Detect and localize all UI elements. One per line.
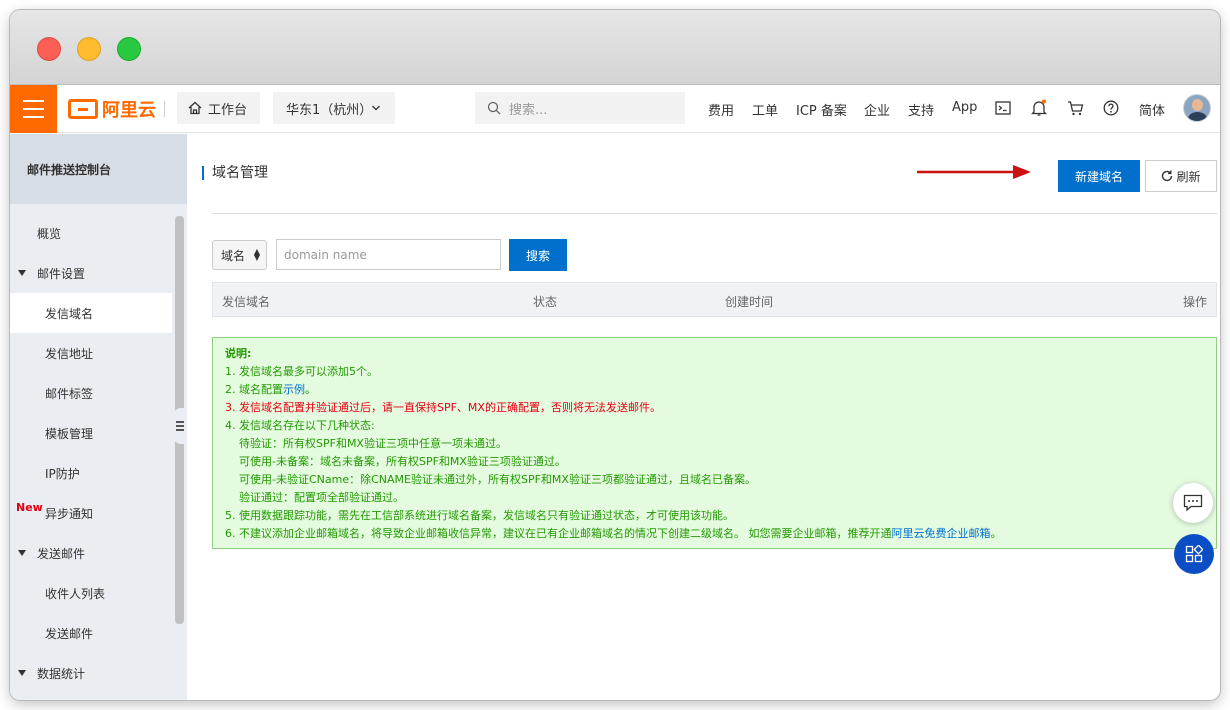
caret-down-icon bbox=[18, 270, 26, 276]
select-arrows-icon: ▲ ▼ bbox=[253, 247, 260, 262]
help-icon[interactable] bbox=[1101, 98, 1121, 118]
apps-grid-icon[interactable] bbox=[1174, 534, 1214, 574]
notice-status-unfiled: 可使用-未备案：域名未备案，所有权SPF和MX验证三项验证通过。 bbox=[239, 455, 566, 468]
sidebar-group-label: 数据统计 bbox=[37, 666, 86, 681]
cart-icon[interactable] bbox=[1065, 98, 1085, 118]
nav-link-billing[interactable]: 费用 bbox=[708, 100, 734, 119]
new-domain-button[interactable]: 新建域名 bbox=[1058, 160, 1140, 192]
sidebar-item-label: 异步通知 bbox=[45, 506, 94, 521]
nav-link-app[interactable]: App bbox=[952, 100, 977, 115]
nav-link-support[interactable]: 支持 bbox=[908, 100, 934, 119]
page-title: 域名管理 bbox=[202, 166, 268, 180]
language-switch[interactable]: 简体 bbox=[1139, 100, 1165, 119]
notice-status-cname: 可使用-未验证CName：除CNAME验证未通过外，所有权SPF和MX验证三项都… bbox=[239, 473, 756, 486]
notification-bell-icon[interactable] bbox=[1029, 98, 1049, 118]
sidebar: 邮件推送控制台 概览 邮件设置 发信域名 发信地址 邮件标签 模板管理 IP防护… bbox=[10, 134, 187, 700]
terminal-icon[interactable] bbox=[993, 98, 1013, 118]
notice-line-6: 6. 不建议添加企业邮箱域名，将导致企业邮箱收信异常，建议在已有企业邮箱域名的情… bbox=[225, 527, 1002, 540]
refresh-button[interactable]: 刷新 bbox=[1145, 160, 1217, 192]
refresh-label: 刷新 bbox=[1176, 169, 1201, 184]
workbench-label: 工作台 bbox=[208, 102, 248, 118]
column-header-status[interactable]: 状态 bbox=[533, 293, 557, 310]
global-search-input[interactable]: 搜索... bbox=[475, 92, 685, 124]
refresh-icon bbox=[1162, 170, 1173, 182]
notice-line-4: 4. 发信域名存在以下几种状态: bbox=[225, 419, 375, 432]
aliyun-logo[interactable]: 阿里云 bbox=[68, 98, 156, 121]
domain-table-header: 发信域名 状态 创建时间 操作 bbox=[212, 282, 1217, 317]
new-badge: New bbox=[16, 501, 43, 514]
filter-field-select[interactable]: 域名 ▲ ▼ bbox=[212, 240, 267, 270]
sidebar-item-label: 发信地址 bbox=[45, 346, 94, 361]
window-titlebar bbox=[10, 10, 1220, 85]
notice-line-3: 3. 发信域名配置并验证通过后，请一直保持SPF、MX的正确配置，否则将无法发送… bbox=[225, 401, 661, 414]
close-window-button[interactable] bbox=[37, 37, 61, 61]
browser-window: 阿里云 工作台 华东1（杭州） 搜索... 费用 工单 ICP 备案 企业 支持… bbox=[10, 10, 1220, 700]
notice-line-1: 1. 发信域名最多可以添加5个。 bbox=[225, 365, 378, 378]
notice-title: 说明: bbox=[225, 347, 252, 360]
sidebar-group-label: 发送邮件 bbox=[37, 546, 86, 561]
sidebar-item-ip-protection[interactable]: IP防护 bbox=[10, 453, 172, 493]
red-arrow-annotation bbox=[917, 165, 1031, 179]
home-icon bbox=[188, 101, 202, 115]
enterprise-mail-link[interactable]: 阿里云免费企业邮箱 bbox=[891, 527, 990, 540]
column-header-domain[interactable]: 发信域名 bbox=[222, 293, 270, 310]
sidebar-item-templates[interactable]: 模板管理 bbox=[10, 413, 172, 453]
search-placeholder: 搜索... bbox=[509, 102, 548, 118]
nav-link-icp[interactable]: ICP 备案 bbox=[796, 100, 847, 119]
workbench-button[interactable]: 工作台 bbox=[177, 92, 260, 124]
chevron-down-icon bbox=[372, 105, 380, 111]
sidebar-item-label: 发信域名 bbox=[45, 306, 94, 321]
search-button[interactable]: 搜索 bbox=[509, 239, 567, 271]
notice-line-5: 5. 使用数据跟踪功能，需先在工信部系统进行域名备案，发信域名只有验证通过状态，… bbox=[225, 509, 734, 522]
sidebar-item-sender-domains[interactable]: 发信域名 bbox=[10, 293, 172, 333]
sidebar-item-label: 收件人列表 bbox=[45, 586, 106, 601]
menu-icon[interactable] bbox=[10, 85, 57, 133]
notice-line-2: 2. 域名配置示例。 bbox=[225, 383, 316, 396]
sidebar-item-label: 邮件标签 bbox=[45, 386, 94, 401]
sidebar-item-overview[interactable]: 概览 bbox=[10, 213, 172, 253]
nav-link-enterprise[interactable]: 企业 bbox=[864, 100, 890, 119]
sidebar-item-send-mail[interactable]: 发送邮件 bbox=[10, 613, 172, 653]
notice-status-pending: 待验证：所有权SPF和MX验证三项中任意一项未通过。 bbox=[239, 437, 507, 450]
main-content: 域名管理 新建域名 刷新 域名 ▲ ▼ domain name 搜索 发信域名 状… bbox=[187, 134, 1220, 700]
example-link[interactable]: 示例 bbox=[283, 383, 305, 396]
filter-select-value: 域名 bbox=[221, 248, 246, 263]
user-avatar[interactable] bbox=[1183, 94, 1211, 122]
sidebar-group-label: 邮件设置 bbox=[37, 266, 86, 281]
header-divider bbox=[212, 213, 1217, 214]
sidebar-item-recipients[interactable]: 收件人列表 bbox=[10, 573, 172, 613]
sidebar-group-send-mail[interactable]: 发送邮件 bbox=[10, 533, 172, 573]
collapse-sidebar-icon[interactable] bbox=[173, 408, 187, 444]
caret-down-icon bbox=[18, 670, 26, 676]
region-label: 华东1（杭州） bbox=[286, 102, 373, 118]
minimize-window-button[interactable] bbox=[77, 37, 101, 61]
domain-name-input[interactable]: domain name bbox=[276, 239, 501, 270]
sidebar-item-label: 概览 bbox=[37, 226, 62, 241]
notice-status-verified: 验证通过：配置项全部验证通过。 bbox=[239, 491, 404, 504]
sidebar-item-label: 模板管理 bbox=[45, 426, 94, 441]
search-icon bbox=[487, 101, 501, 115]
nav-link-ticket[interactable]: 工单 bbox=[752, 100, 778, 119]
top-navigation: 阿里云 工作台 华东1（杭州） 搜索... 费用 工单 ICP 备案 企业 支持… bbox=[10, 85, 1220, 133]
chat-support-icon[interactable] bbox=[1173, 483, 1213, 523]
sidebar-item-sender-addresses[interactable]: 发信地址 bbox=[10, 333, 172, 373]
column-header-actions: 操作 bbox=[1182, 295, 1207, 309]
nav-divider bbox=[164, 101, 165, 117]
logo-text: 阿里云 bbox=[102, 100, 156, 121]
notice-box: 说明: 1. 发信域名最多可以添加5个。 2. 域名配置示例。 3. 发信域名配… bbox=[212, 337, 1217, 549]
domain-input-placeholder: domain name bbox=[284, 247, 367, 262]
column-header-created[interactable]: 创建时间 bbox=[725, 293, 773, 310]
caret-down-icon bbox=[18, 550, 26, 556]
maximize-window-button[interactable] bbox=[117, 37, 141, 61]
sidebar-item-async-notify[interactable]: New 异步通知 bbox=[10, 493, 172, 533]
sidebar-item-mail-tags[interactable]: 邮件标签 bbox=[10, 373, 172, 413]
sidebar-item-label: IP防护 bbox=[45, 466, 80, 481]
region-selector[interactable]: 华东1（杭州） bbox=[273, 92, 395, 124]
sidebar-title: 邮件推送控制台 bbox=[10, 134, 187, 204]
sidebar-group-mail-settings[interactable]: 邮件设置 bbox=[10, 253, 172, 293]
sidebar-group-statistics[interactable]: 数据统计 bbox=[10, 653, 172, 693]
sidebar-item-label: 发送邮件 bbox=[45, 626, 94, 641]
logo-mark-icon bbox=[68, 99, 98, 119]
